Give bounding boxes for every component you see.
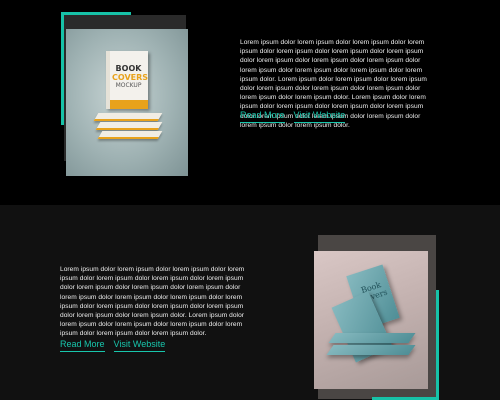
project-description: Lorem ipsum dolor lorem ipsum dolor lore…: [60, 266, 245, 338]
book-title-line-3: MOCKUP: [115, 82, 142, 89]
book-stack-item: [328, 333, 416, 343]
portfolio-section-1: BOOK COVERS MOCKUP Lorem ipsum dolor lor…: [0, 0, 500, 205]
book-title-line-1: BOOK: [115, 64, 142, 73]
project-links: Read More Visit Website: [60, 339, 166, 352]
visit-website-link[interactable]: Visit Website: [293, 110, 346, 123]
book-title-line-2: COVERS: [112, 73, 149, 82]
accent-edge: [436, 290, 439, 400]
book-stack-item: [95, 122, 163, 130]
book-stack-item: [97, 131, 163, 139]
book-stripe: [110, 100, 148, 109]
project-links: Read More Visit Website: [240, 110, 346, 123]
read-more-link[interactable]: Read More: [60, 339, 105, 352]
read-more-link[interactable]: Read More: [240, 110, 285, 123]
book-mockup-image: BOOK COVERS MOCKUP: [66, 29, 188, 176]
portfolio-section-2: Lorem ipsum dolor lorem ipsum dolor lore…: [0, 205, 500, 400]
book-stack-item: [93, 113, 163, 121]
book-stack-item: [326, 345, 416, 355]
book-mockup-image: Book Covers: [314, 251, 428, 389]
book-cover: BOOK COVERS MOCKUP: [106, 51, 148, 109]
visit-website-link[interactable]: Visit Website: [113, 339, 166, 352]
